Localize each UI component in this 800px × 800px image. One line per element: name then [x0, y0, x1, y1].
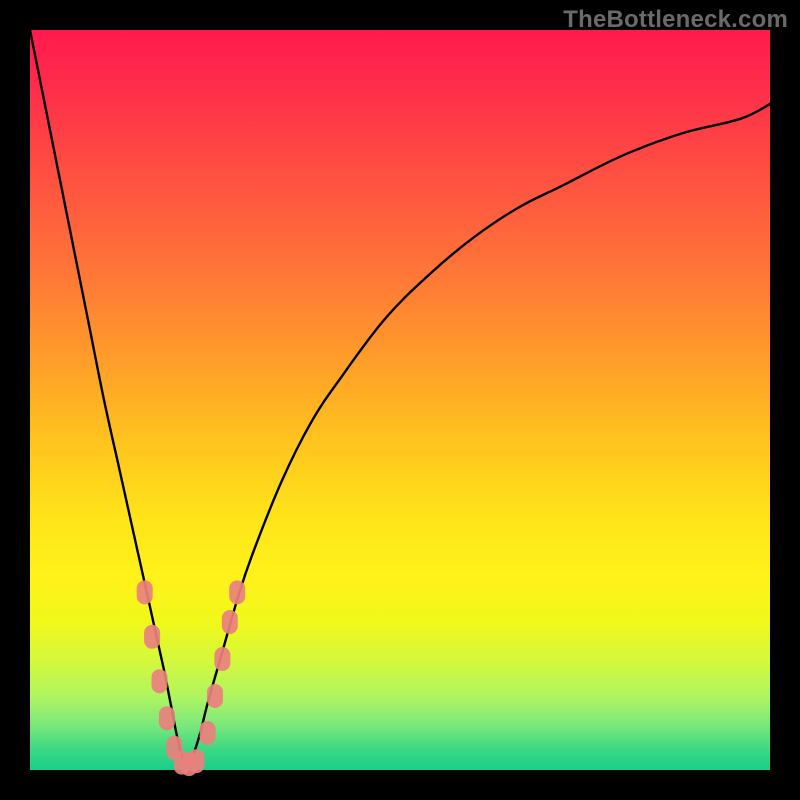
plot-area: [30, 30, 770, 770]
curve-marker: [137, 580, 153, 604]
bottleneck-curve: [30, 30, 770, 763]
curve-marker: [207, 684, 223, 708]
curve-marker: [222, 610, 238, 634]
curve-svg: [30, 30, 770, 770]
curve-markers: [137, 580, 246, 776]
chart-frame: TheBottleneck.com: [0, 0, 800, 800]
curve-marker: [214, 647, 230, 671]
curve-marker: [229, 580, 245, 604]
curve-marker: [200, 721, 216, 745]
curve-marker: [152, 669, 168, 693]
curve-marker: [189, 749, 205, 773]
curve-marker: [159, 706, 175, 730]
curve-marker: [144, 625, 160, 649]
